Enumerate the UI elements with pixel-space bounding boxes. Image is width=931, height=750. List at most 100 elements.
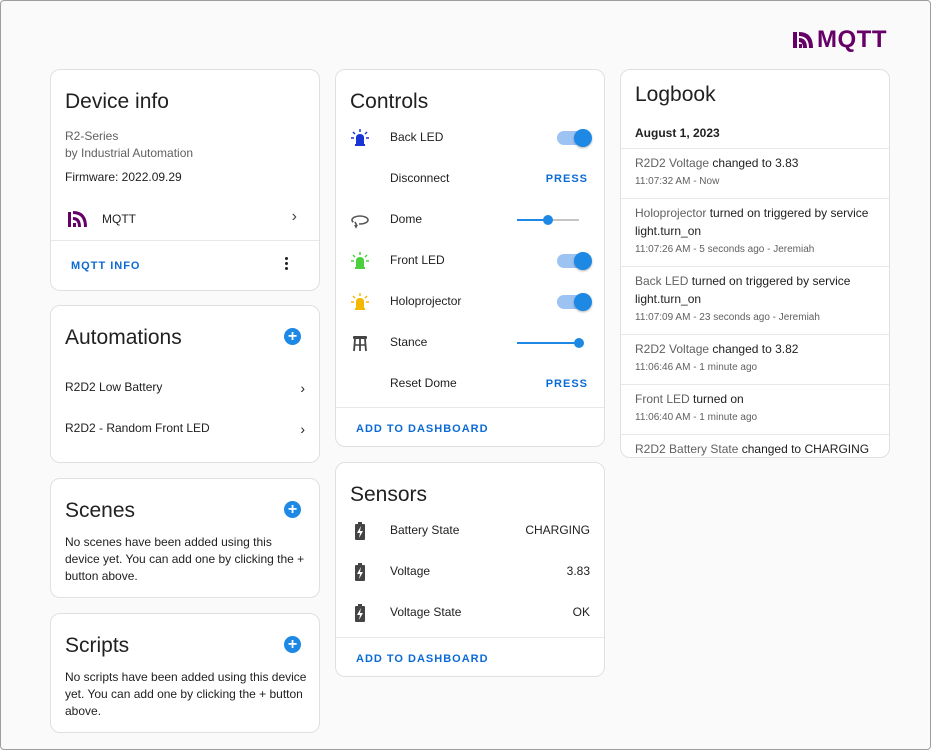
holoprojector-toggle[interactable] <box>557 293 592 311</box>
control-label: Dome <box>390 212 423 226</box>
disconnect-press-button[interactable]: PRESS <box>546 173 588 185</box>
integration-label: MQTT <box>102 212 136 226</box>
mqtt-logo-icon <box>793 32 813 48</box>
sensors-add-to-dashboard-button[interactable]: ADD TO DASHBOARD <box>356 653 489 665</box>
front-led-toggle[interactable] <box>557 252 592 270</box>
control-row-holoprojector: Holoprojector <box>336 282 604 322</box>
chevron-right-icon: › <box>300 421 305 437</box>
mqtt-logo-text: MQTT <box>817 26 887 53</box>
automation-label: R2D2 - Random Front LED <box>65 421 210 435</box>
device-model: R2-Series <box>65 129 119 143</box>
scripts-title: Scripts <box>65 634 130 657</box>
control-label: Front LED <box>390 253 445 267</box>
controls-title: Controls <box>350 90 429 113</box>
sensor-value: 3.83 <box>566 564 590 578</box>
logbook-entry[interactable]: Holoprojector turned on triggered by ser… <box>621 198 889 266</box>
chevron-right-icon: › <box>300 380 305 396</box>
integration-row-mqtt[interactable]: MQTT › <box>51 202 319 238</box>
rotate-icon <box>351 215 369 229</box>
logbook-entry[interactable]: R2D2 Voltage changed to 3.82 11:06:46 AM… <box>621 334 889 384</box>
log-text: turned on <box>689 392 744 406</box>
mqtt-info-button[interactable]: MQTT INFO <box>71 260 141 272</box>
led-icon <box>351 252 369 269</box>
sensor-row-battery-state[interactable]: Battery State CHARGING <box>336 511 604 551</box>
back-led-toggle[interactable] <box>557 129 592 147</box>
logbook-entry[interactable]: Back LED turned on triggered by service … <box>621 266 889 334</box>
logbook-card: Logbook August 1, 2023 R2D2 Voltage chan… <box>620 69 890 458</box>
sensors-title: Sensors <box>350 483 428 506</box>
sensor-value: OK <box>572 605 590 619</box>
scripts-empty-text: No scripts have been added using this de… <box>65 670 307 718</box>
control-row-disconnect: Disconnect PRESS <box>336 159 604 199</box>
log-entity[interactable]: R2D2 Battery State <box>635 442 738 456</box>
sensor-label: Voltage <box>390 564 431 578</box>
log-entity[interactable]: R2D2 Voltage <box>635 156 709 170</box>
log-entity[interactable]: Back LED <box>635 274 688 288</box>
automations-title: Automations <box>65 326 182 349</box>
scenes-card: Scenes + No scenes have been added using… <box>50 478 320 598</box>
sensor-row-voltage[interactable]: Voltage 3.83 <box>336 552 604 592</box>
device-info-card: Device info R2-Series by Industrial Auto… <box>50 69 320 291</box>
divider <box>51 240 319 241</box>
led-icon <box>351 129 369 146</box>
sensors-card: Sensors Battery State CHARGING Voltage 3… <box>335 462 605 677</box>
reset-dome-press-button[interactable]: PRESS <box>546 378 588 390</box>
divider <box>336 407 604 408</box>
control-label: Stance <box>390 335 428 349</box>
add-script-button[interactable]: + <box>284 636 301 653</box>
logbook-entry[interactable]: Front LED turned on 11:06:40 AM - 1 minu… <box>621 384 889 434</box>
add-scene-button[interactable]: + <box>284 501 301 518</box>
battery-charging-icon <box>355 522 365 540</box>
log-meta: 11:07:26 AM - 5 seconds ago - Jeremiah <box>635 244 815 255</box>
control-label: Reset Dome <box>390 376 457 390</box>
divider <box>336 637 604 638</box>
mqtt-logo: MQTT <box>793 26 887 53</box>
stool-icon <box>353 336 367 352</box>
scenes-title: Scenes <box>65 499 136 522</box>
control-label: Disconnect <box>390 171 450 185</box>
sensor-label: Battery State <box>390 523 460 537</box>
control-label: Back LED <box>390 130 444 144</box>
controls-add-to-dashboard-button[interactable]: ADD TO DASHBOARD <box>356 423 489 435</box>
log-meta: 11:06:40 AM - 1 minute ago <box>635 412 758 423</box>
sensor-value: CHARGING <box>525 523 590 537</box>
log-text: changed to CHARGING <box>738 442 870 456</box>
control-row-stance: Stance <box>336 323 604 363</box>
control-row-reset-dome: Reset Dome PRESS <box>336 364 604 404</box>
log-entity[interactable]: Front LED <box>635 392 690 406</box>
automations-card: Automations + R2D2 Low Battery › R2D2 - … <box>50 305 320 463</box>
controls-card: Controls Back LED Disconnect PRESS Dome … <box>335 69 605 447</box>
stance-slider[interactable] <box>517 338 584 348</box>
device-info-title: Device info <box>65 90 169 113</box>
battery-charging-icon <box>355 604 365 622</box>
logbook-date: August 1, 2023 <box>635 126 720 140</box>
sensor-label: Voltage State <box>390 605 462 619</box>
log-entity[interactable]: R2D2 Voltage <box>635 342 709 356</box>
chevron-right-icon: › <box>291 208 297 225</box>
control-label: Holoprojector <box>390 294 462 308</box>
add-automation-button[interactable]: + <box>284 328 301 345</box>
control-row-dome: Dome <box>336 200 604 240</box>
dome-slider[interactable] <box>517 215 579 225</box>
device-manufacturer: by Industrial Automation <box>65 146 194 160</box>
log-meta: 11:07:32 AM - Now <box>635 176 720 187</box>
logbook-title: Logbook <box>635 83 716 106</box>
log-text: changed to 3.83 <box>709 156 799 170</box>
log-meta: 11:07:09 AM - 23 seconds ago - Jeremiah <box>635 312 820 323</box>
automation-label: R2D2 Low Battery <box>65 380 163 394</box>
logbook-entry[interactable]: R2D2 Battery State changed to CHARGING <box>621 434 889 457</box>
mqtt-icon <box>67 208 89 230</box>
log-entity[interactable]: Holoprojector <box>635 206 706 220</box>
automation-item[interactable]: R2D2 - Random Front LED › <box>65 421 305 441</box>
led-icon <box>351 293 369 310</box>
control-row-front-led: Front LED <box>336 241 604 281</box>
battery-charging-icon <box>355 563 365 581</box>
log-text: changed to 3.82 <box>709 342 799 356</box>
more-vert-icon[interactable] <box>283 257 289 273</box>
device-page: MQTT Device info R2-Series by Industrial… <box>0 0 931 750</box>
log-meta: 11:06:46 AM - 1 minute ago <box>635 362 758 373</box>
sensor-row-voltage-state[interactable]: Voltage State OK <box>336 593 604 633</box>
scenes-empty-text: No scenes have been added using this dev… <box>65 535 305 583</box>
logbook-entry[interactable]: R2D2 Voltage changed to 3.83 11:07:32 AM… <box>621 148 889 198</box>
automation-item[interactable]: R2D2 Low Battery › <box>65 380 305 400</box>
